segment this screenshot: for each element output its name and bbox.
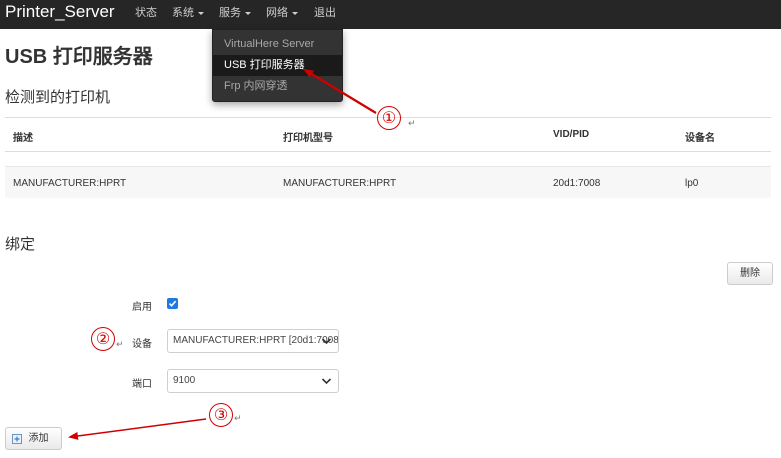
return-mark-icon: ↵ [408, 118, 416, 128]
annotation-step-2: ② [91, 327, 115, 351]
annotation-arrow-3 [68, 418, 207, 440]
annotation-arrows [68, 68, 377, 440]
annotation-step-1: ① [377, 106, 401, 130]
annotation-arrow-1 [303, 68, 377, 114]
annotation-step-3: ③ [209, 403, 233, 427]
return-mark-icon: ↵ [234, 413, 242, 423]
return-mark-icon: ↵ [116, 339, 124, 349]
